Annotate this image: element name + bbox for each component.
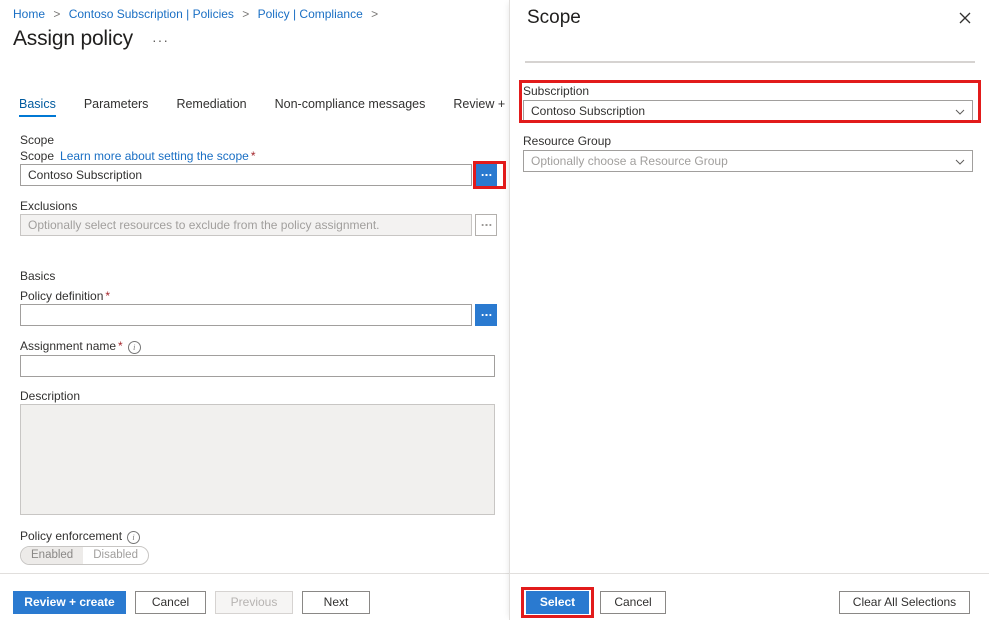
left-footer-divider [0,573,509,574]
policy-enforcement-option-disabled[interactable]: Disabled [83,547,148,564]
info-icon[interactable]: i [127,341,141,354]
exclusions-input[interactable] [20,214,472,236]
basics-section-heading: Basics [20,269,56,283]
description-label: Description [20,389,81,403]
subscription-dropdown-value: Contoso Subscription [531,104,646,118]
scope-browse-button[interactable] [475,164,497,186]
assignment-name-label-text: Assignment name [20,339,117,353]
assignment-name-input[interactable] [20,355,495,377]
exclusions-browse-button[interactable] [475,214,497,236]
scope-panel-divider [525,61,975,63]
select-button[interactable]: Select [526,591,589,614]
resource-group-label: Resource Group [523,134,612,148]
policy-definition-browse-button[interactable] [475,304,497,326]
ellipsis-icon [480,223,492,227]
ellipsis-icon [480,313,492,317]
tab-remediation[interactable]: Remediation [176,97,246,117]
ellipsis-icon [480,173,492,177]
policy-definition-required-indicator: * [105,289,111,303]
breadcrumb-separator: > [371,7,379,21]
breadcrumb-separator: > [242,7,250,21]
tab-parameters[interactable]: Parameters [84,97,149,117]
breadcrumb-item-home[interactable]: Home [13,7,45,21]
description-textarea[interactable] [20,404,495,515]
scope-required-indicator: * [250,149,256,163]
breadcrumb-item-policy-compliance[interactable]: Policy | Compliance [258,7,363,21]
clear-all-selections-button[interactable]: Clear All Selections [839,591,970,614]
policy-definition-label: Policy definition * [20,289,110,303]
chevron-down-icon [955,107,965,117]
subscription-label: Subscription [523,84,590,98]
chevron-down-icon [955,157,965,167]
assignment-name-label: Assignment name * i [20,339,141,354]
scope-learn-more-link[interactable]: Learn more about setting the scope [60,149,249,163]
policy-definition-input[interactable] [20,304,472,326]
breadcrumb: Home > Contoso Subscription | Policies >… [13,6,383,22]
panel-cancel-button[interactable]: Cancel [600,591,666,614]
scope-panel: Scope Subscription Contoso Subscription … [509,0,989,620]
next-button[interactable]: Next [302,591,370,614]
policy-enforcement-toggle[interactable]: Enabled Disabled [20,546,149,565]
policy-enforcement-label-text: Policy enforcement [20,529,123,543]
info-icon[interactable]: i [127,531,141,544]
policy-enforcement-option-enabled[interactable]: Enabled [21,547,84,564]
scope-section-heading: Scope [20,133,55,147]
scope-input[interactable] [20,164,472,186]
exclusions-label: Exclusions [20,199,78,213]
right-footer-divider [510,573,989,574]
scope-field-label: Scope Learn more about setting the scope * [20,149,256,163]
cancel-button[interactable]: Cancel [135,591,206,614]
azure-portal-root: Home > Contoso Subscription | Policies >… [0,0,989,620]
resource-group-dropdown-value: Optionally choose a Resource Group [531,154,728,168]
tab-bar: Basics Parameters Remediation Non-compli… [19,97,509,117]
close-icon[interactable] [955,8,975,28]
scope-panel-title: Scope [527,7,581,28]
review-create-button[interactable]: Review + create [13,591,126,614]
assign-policy-blade: Home > Contoso Subscription | Policies >… [0,0,509,620]
more-options-icon[interactable]: ··· [152,32,169,48]
breadcrumb-separator: > [53,7,61,21]
policy-enforcement-label: Policy enforcement i [20,529,141,544]
assignment-name-required-indicator: * [118,339,123,353]
tab-non-compliance-messages[interactable]: Non-compliance messages [275,97,426,117]
breadcrumb-item-subscription-policies[interactable]: Contoso Subscription | Policies [69,7,234,21]
policy-definition-label-text: Policy definition [20,289,104,303]
scope-label-text: Scope [20,149,55,163]
page-title: Assign policy [13,27,133,50]
tab-basics[interactable]: Basics [19,97,56,117]
previous-button: Previous [215,591,293,614]
resource-group-dropdown[interactable]: Optionally choose a Resource Group [523,150,973,172]
tab-review-create[interactable]: Review + create [453,97,509,117]
subscription-dropdown[interactable]: Contoso Subscription [523,100,973,122]
